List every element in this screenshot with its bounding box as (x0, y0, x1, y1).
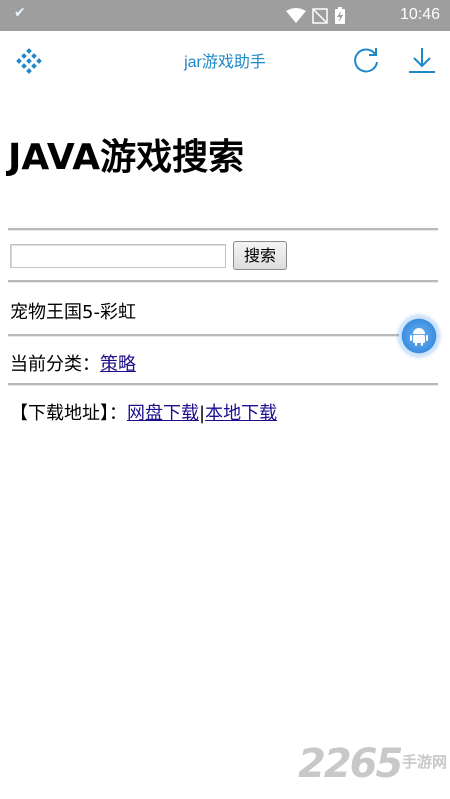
game-name: 宠物王国5-彩虹 (10, 302, 136, 323)
check-icon: ✔ (14, 5, 26, 21)
netdisk-download-link[interactable]: 网盘下载 (127, 403, 199, 424)
watermark-number: 2265 (298, 741, 403, 787)
search-button[interactable]: 搜索 (233, 241, 287, 270)
clock: 10:46 (399, 6, 440, 23)
divider (8, 228, 438, 231)
category-line: 当前分类：策略 (10, 350, 136, 376)
category-label: 当前分类： (10, 354, 100, 375)
download-line: 【下载地址】：网盘下载|本地下载 (10, 399, 277, 425)
watermark-suffix: 手游网 (402, 753, 448, 771)
app-title: jar游戏助手 (184, 54, 266, 71)
app-bar: jar游戏助手 (0, 31, 450, 91)
divider (8, 383, 438, 386)
floating-android-button[interactable] (399, 316, 439, 356)
no-signal-icon (312, 8, 328, 24)
status-icons (286, 7, 346, 25)
search-input[interactable] (10, 244, 226, 268)
download-icon[interactable] (406, 44, 438, 76)
divider (8, 334, 400, 337)
status-bar: ✔ 10:46 (0, 0, 450, 31)
local-download-link[interactable]: 本地下载 (205, 403, 277, 424)
category-link[interactable]: 策略 (100, 354, 136, 375)
android-icon (410, 328, 428, 346)
download-label: 【下载地址】： (10, 403, 127, 424)
refresh-icon[interactable] (351, 45, 381, 75)
page-title: JAVA游戏搜索 (8, 137, 245, 178)
watermark-logo: 2265 手游网 (298, 741, 448, 791)
divider (8, 280, 438, 283)
battery-charging-icon (335, 7, 345, 24)
wifi-icon (286, 8, 306, 23)
